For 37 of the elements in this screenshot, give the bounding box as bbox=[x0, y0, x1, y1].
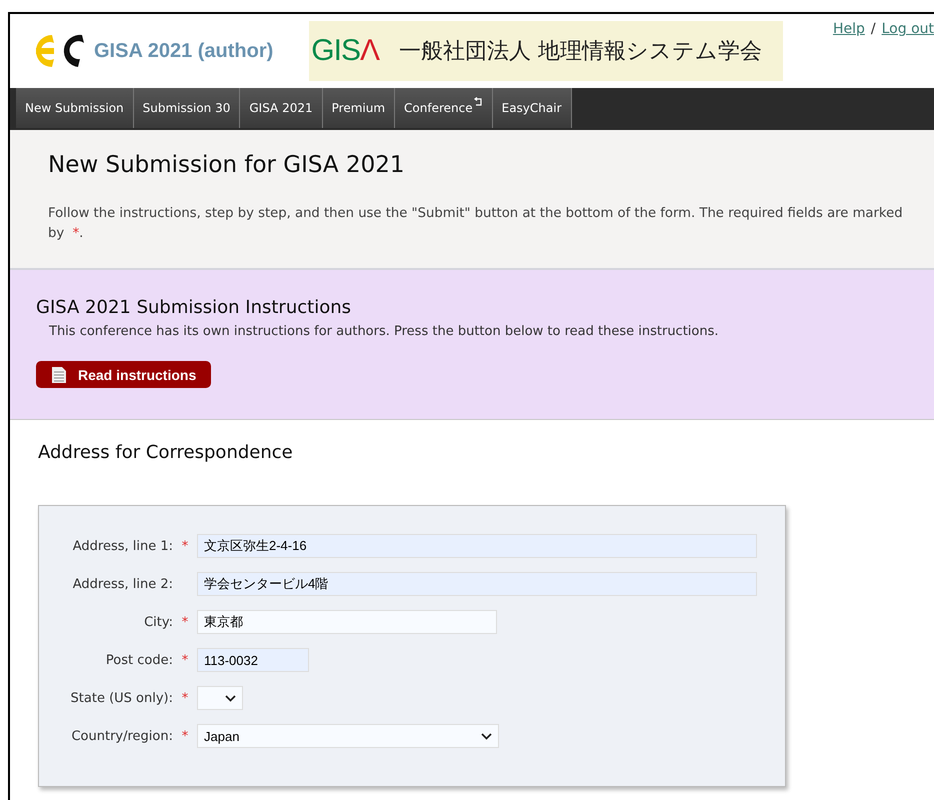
society-banner: GISΛ 一般社団法人 地理情報システム学会 bbox=[309, 21, 784, 81]
field-label: Address, line 2: bbox=[72, 576, 173, 592]
input-field[interactable]: 文京区弥生2-4-16 bbox=[197, 534, 757, 558]
chevron-down-icon bbox=[225, 694, 236, 702]
required-mark: * bbox=[182, 614, 188, 630]
field-label: State (US only): bbox=[70, 690, 173, 706]
chevron-down-icon bbox=[481, 732, 492, 740]
field-label: City: bbox=[143, 614, 173, 630]
input-field[interactable]: 学会センタービル4階 bbox=[197, 572, 757, 596]
required-mark: * bbox=[182, 652, 188, 668]
read-instructions-button[interactable]: Read instructions bbox=[36, 361, 212, 388]
dropdown[interactable]: Japan bbox=[197, 724, 499, 748]
input-field[interactable]: 東京都 bbox=[197, 610, 497, 634]
section-title: GISA 2021 Submission Instructions bbox=[36, 297, 352, 318]
nav-tab[interactable]: Conference bbox=[395, 88, 493, 128]
nav-tab[interactable]: Submission 30 bbox=[134, 88, 240, 128]
logout-link[interactable]: Log out bbox=[882, 21, 934, 37]
input-field[interactable]: 113-0032 bbox=[197, 648, 309, 672]
app-title: GISA 2021 (author) bbox=[94, 40, 274, 62]
field-label: Post code: bbox=[104, 652, 173, 668]
nav-tab[interactable]: GISA 2021 bbox=[240, 88, 323, 128]
document-icon bbox=[52, 366, 66, 382]
field-label: Address, line 1: bbox=[72, 538, 173, 554]
instructions-text: This conference has its own instructions for authors. Press the button below to read these instructions. bbox=[49, 324, 720, 339]
required-mark: * bbox=[182, 690, 188, 706]
field-label: Country/region: bbox=[70, 728, 173, 744]
page-title: New Submission for GISA 2021 bbox=[48, 152, 406, 178]
nav-tab[interactable]: New Submission bbox=[16, 88, 134, 128]
section-title: Address for Correspondence bbox=[38, 442, 294, 463]
help-link[interactable]: Help bbox=[832, 21, 865, 37]
nav-tab[interactable]: Premium bbox=[322, 88, 396, 128]
intro-text: Follow the instructions, step by step, and then use the "Submit" button at the bottom of the form. The required fields are marked by *. bbox=[48, 205, 904, 243]
link-separator: / bbox=[870, 21, 876, 37]
dropdown[interactable] bbox=[197, 686, 243, 710]
nav-tab[interactable]: EasyChair bbox=[492, 88, 572, 128]
required-mark: * bbox=[182, 538, 188, 554]
required-mark: * bbox=[182, 728, 188, 744]
